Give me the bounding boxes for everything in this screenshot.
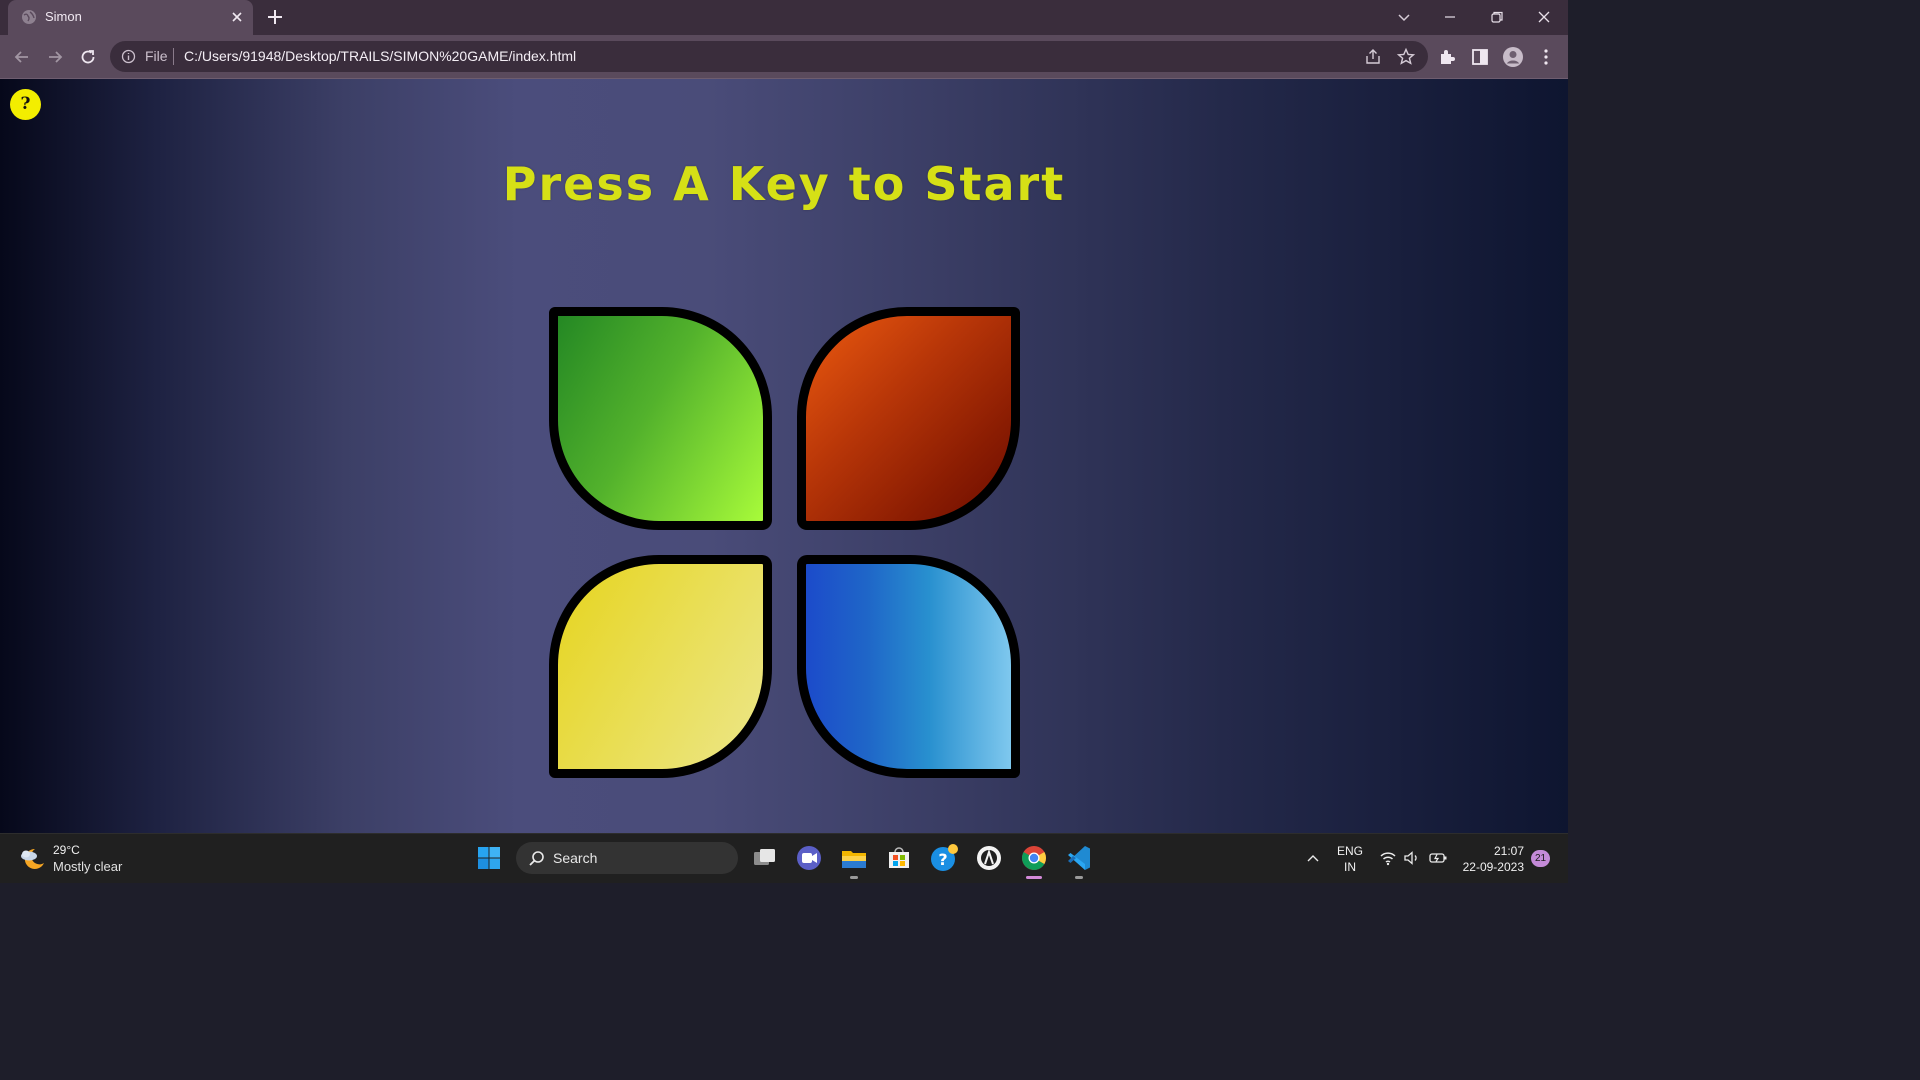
file-explorer-app[interactable] xyxy=(839,843,869,879)
clock-date: 22-09-2023 xyxy=(1462,860,1524,874)
chrome-icon xyxy=(1022,846,1046,870)
forward-icon[interactable] xyxy=(44,46,66,68)
notification-badge[interactable]: 21 xyxy=(1531,850,1550,867)
moon-cloud-icon xyxy=(21,848,44,869)
taskbar-search-box[interactable]: Search xyxy=(516,842,738,874)
info-icon[interactable] xyxy=(121,49,136,64)
help-button[interactable]: ? xyxy=(10,89,41,120)
vscode-app[interactable] xyxy=(1064,843,1094,879)
red-pad-button[interactable] xyxy=(797,307,1020,530)
blue-pad-button[interactable] xyxy=(797,555,1020,778)
minimize-icon[interactable] xyxy=(1439,6,1461,28)
file-explorer-icon xyxy=(842,851,866,868)
battery-icon[interactable] xyxy=(1428,849,1448,867)
app-icon[interactable] xyxy=(974,843,1004,873)
address-bar[interactable]: File C:/Users/91948/Desktop/TRAILS/SIMON… xyxy=(110,41,1428,72)
running-indicator xyxy=(850,876,858,879)
tab-title: Simon xyxy=(45,9,82,24)
taskbar: 29°C Mostly clear Search ? ENG IN 21:07 … xyxy=(0,833,1568,883)
search-label: Search xyxy=(553,850,598,866)
plus-icon[interactable] xyxy=(264,6,286,28)
running-indicator xyxy=(1075,876,1083,879)
browser-tab-bar: Simon xyxy=(0,0,1568,35)
store-icon[interactable] xyxy=(884,843,914,873)
chevron-up-icon[interactable] xyxy=(1305,850,1321,866)
side-panel-icon[interactable] xyxy=(1469,46,1491,68)
close-window-icon[interactable] xyxy=(1533,6,1555,28)
reload-icon[interactable] xyxy=(77,46,99,68)
windows-start-icon[interactable] xyxy=(474,843,504,873)
clock[interactable]: 21:07 22-09-2023 xyxy=(1452,843,1524,875)
weather-temperature[interactable]: 29°C xyxy=(53,843,80,857)
url-separator xyxy=(173,48,174,65)
url-scheme-label: File xyxy=(145,48,168,64)
volume-icon[interactable] xyxy=(1403,849,1421,867)
restore-icon[interactable] xyxy=(1486,6,1508,28)
browser-toolbar: File C:/Users/91948/Desktop/TRAILS/SIMON… xyxy=(0,35,1568,79)
extensions-icon[interactable] xyxy=(1436,46,1458,68)
weather-description[interactable]: Mostly clear xyxy=(53,859,122,874)
page-viewport: ? Press A Key to Start xyxy=(0,79,1568,833)
star-icon[interactable] xyxy=(1396,47,1416,67)
tab-simon[interactable]: Simon xyxy=(8,0,253,35)
close-icon[interactable] xyxy=(228,8,246,26)
profile-icon[interactable] xyxy=(1502,46,1524,68)
green-pad-button[interactable] xyxy=(549,307,772,530)
share-icon[interactable] xyxy=(1363,47,1383,67)
clock-time: 21:07 xyxy=(1493,844,1524,858)
chrome-app[interactable] xyxy=(1019,843,1049,879)
meet-icon[interactable] xyxy=(794,843,824,873)
back-icon[interactable] xyxy=(11,46,33,68)
search-icon xyxy=(529,851,544,866)
chevron-down-icon[interactable] xyxy=(1393,6,1415,28)
language-code: ENG xyxy=(1337,844,1364,858)
globe-icon xyxy=(22,10,36,24)
vscode-icon xyxy=(1068,846,1090,870)
yellow-pad-button[interactable] xyxy=(549,555,772,778)
task-view-icon[interactable] xyxy=(750,843,780,873)
language-region: IN xyxy=(1344,860,1356,874)
language-indicator[interactable]: ENG IN xyxy=(1337,843,1363,875)
url-text[interactable]: C:/Users/91948/Desktop/TRAILS/SIMON%20GA… xyxy=(184,48,576,64)
page-title: Press A Key to Start xyxy=(502,157,1066,211)
help-app-icon[interactable]: ? xyxy=(929,843,959,873)
wifi-icon[interactable] xyxy=(1379,849,1397,867)
svg-text:?: ? xyxy=(938,850,947,869)
menu-icon[interactable] xyxy=(1535,46,1557,68)
running-indicator-active xyxy=(1026,876,1042,879)
